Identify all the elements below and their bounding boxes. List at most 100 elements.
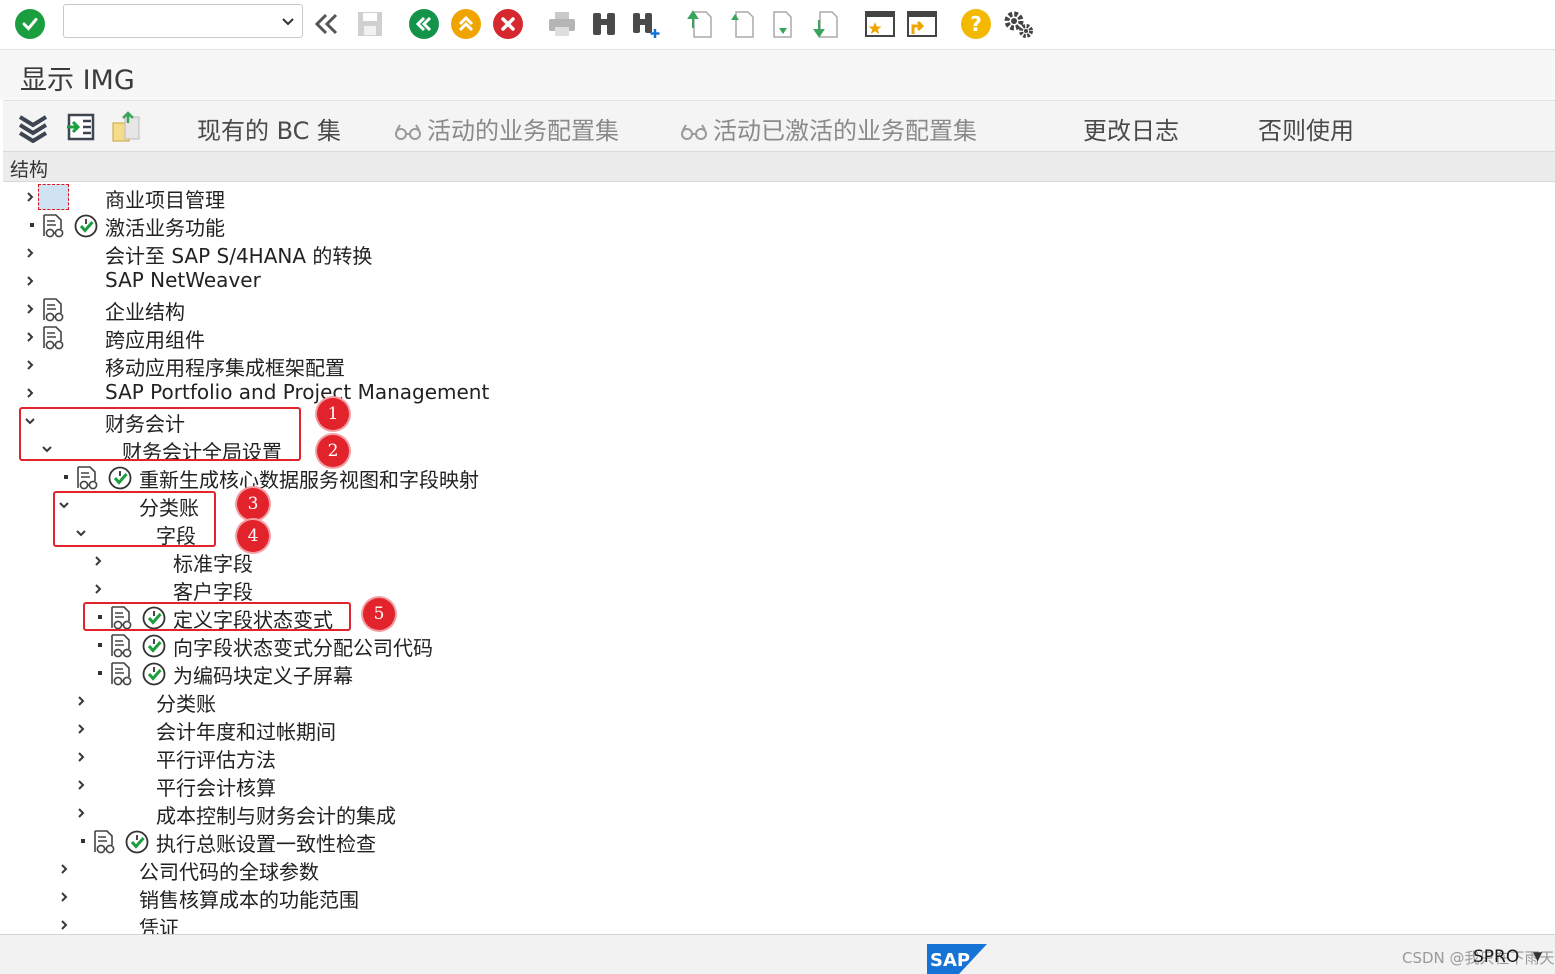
first-page-icon[interactable] [682,6,718,42]
tree-node-label[interactable]: 向字段状态变式分配公司代码 [173,632,433,661]
tree-node[interactable]: 移动应用程序集成框架配置 [3,351,1503,381]
tree-node[interactable]: 企业结构 [3,295,1503,325]
new-session-icon[interactable] [862,6,898,42]
tree-node[interactable]: 平行会计核算 [3,771,1503,801]
tree-node[interactable]: 商业项目管理 [3,183,1503,213]
tree-node-label[interactable]: 客户字段 [173,576,253,605]
tree-node[interactable]: 客户字段 [3,575,1503,605]
tree-node-label[interactable]: 分类账 [156,688,216,717]
tree-node-label[interactable]: 为编码块定义子屏幕 [173,660,353,689]
activated-bc-sets-button[interactable]: 活动已激活的业务配置集 [681,111,977,146]
documentation-icon[interactable] [109,633,133,659]
chevron-right-icon[interactable] [23,330,37,344]
tree-node-label[interactable]: 会计至 SAP S/4HANA 的转换 [105,240,372,269]
tree-node[interactable]: 为编码块定义子屏幕 [3,659,1503,689]
tree-node-label[interactable]: 标准字段 [173,548,253,577]
otherwise-use-button[interactable]: 否则使用 [1258,111,1354,146]
customize-layout-icon[interactable] [1000,6,1036,42]
tree-node-label[interactable]: 平行会计核算 [156,772,276,801]
tree-node[interactable]: 会计至 SAP S/4HANA 的转换 [3,239,1503,269]
print-icon[interactable] [544,6,580,42]
position-icon[interactable] [65,111,97,143]
documentation-icon[interactable] [109,661,133,687]
command-field[interactable] [68,8,268,34]
shortcut-icon[interactable] [904,6,940,42]
chevron-right-icon[interactable] [23,190,37,204]
tree-node-label[interactable]: 平行评估方法 [156,744,276,773]
save-icon[interactable] [352,6,388,42]
chevron-right-icon[interactable] [74,694,88,708]
chevron-right-icon[interactable] [57,862,71,876]
tree-node[interactable]: 标准字段 [3,547,1503,577]
tree-node-label[interactable]: 重新生成核心数据服务视图和字段映射 [139,464,479,493]
tree-node[interactable]: 分类账 [3,687,1503,717]
tree-node[interactable]: 成本控制与财务会计的集成 [3,799,1503,829]
chevron-right-icon[interactable] [74,778,88,792]
documentation-icon[interactable] [41,325,65,351]
tree-node-label[interactable]: 跨应用组件 [105,324,205,353]
tree-node-label[interactable]: 移动应用程序集成框架配置 [105,352,345,381]
next-page-icon[interactable] [766,6,802,42]
tree-node[interactable]: 凭证 [3,911,1503,934]
expand-all-icon[interactable] [17,111,49,143]
execute-icon[interactable] [124,829,150,855]
tree-node[interactable]: SAP NetWeaver [3,267,1503,295]
find-next-icon[interactable] [628,6,664,42]
documentation-icon[interactable] [41,297,65,323]
existing-bc-sets-button[interactable]: 现有的 BC 集 [197,111,341,146]
execute-icon[interactable] [141,661,167,687]
tree-node-label[interactable]: 激活业务功能 [105,212,225,241]
tree-node[interactable]: 向字段状态变式分配公司代码 [3,631,1503,661]
tree-node[interactable]: 执行总账设置一致性检查 [3,827,1503,857]
execute-icon[interactable] [141,633,167,659]
tree-node-label[interactable]: 商业项目管理 [105,184,225,213]
tree-node[interactable]: SAP Portfolio and Project Management [3,379,1503,407]
chevron-right-icon[interactable] [74,750,88,764]
enter-icon[interactable] [12,6,48,42]
tree-node[interactable]: 字段 [3,519,1503,548]
tree-node[interactable]: 激活业务功能 [3,211,1503,241]
change-log-button[interactable]: 更改日志 [1083,111,1179,146]
active-bc-sets-button[interactable]: 活动的业务配置集 [395,111,619,146]
bc-set-icon[interactable] [111,111,143,143]
tree-node-label[interactable]: 企业结构 [105,296,185,325]
tree-node-label[interactable]: 会计年度和过帐期间 [156,716,336,745]
chevron-down-icon[interactable]: ▼ [1533,949,1542,963]
chevron-right-icon[interactable] [91,582,105,596]
exit-icon[interactable] [448,6,484,42]
documentation-icon[interactable] [75,465,99,491]
chevron-right-icon[interactable] [23,358,37,372]
chevron-down-icon[interactable] [280,11,296,31]
execute-icon[interactable] [73,213,99,239]
chevron-right-icon[interactable] [23,302,37,316]
tree-node-label[interactable]: 执行总账设置一致性检查 [156,828,376,857]
back-icon[interactable] [406,6,442,42]
documentation-icon[interactable] [92,829,116,855]
documentation-icon[interactable] [41,213,65,239]
chevron-right-icon[interactable] [74,806,88,820]
tree-node[interactable]: 跨应用组件 [3,323,1503,353]
tree-node[interactable]: 公司代码的全球参数 [3,855,1503,884]
tree-node-label[interactable]: 成本控制与财务会计的集成 [156,800,396,829]
chevron-right-icon[interactable] [57,918,71,932]
tree-node-label[interactable]: 凭证 [139,912,179,934]
tree-node[interactable]: 分类账 [3,491,1503,520]
find-icon[interactable] [586,6,622,42]
chevron-right-icon[interactable] [91,554,105,568]
last-page-icon[interactable] [808,6,844,42]
chevron-right-icon[interactable] [23,386,37,400]
chevron-right-icon[interactable] [57,890,71,904]
cancel-icon[interactable] [490,6,526,42]
execute-icon[interactable] [107,465,133,491]
chevron-right-icon[interactable] [23,274,37,288]
chevron-right-icon[interactable] [23,246,37,260]
tree-node[interactable]: 销售核算成本的功能范围 [3,883,1503,913]
tree-node-label[interactable]: 销售核算成本的功能范围 [139,884,359,913]
tree-node[interactable]: 平行评估方法 [3,743,1503,773]
help-icon[interactable]: ? [958,6,994,42]
collapse-left-icon[interactable] [308,6,344,42]
chevron-right-icon[interactable] [74,722,88,736]
transaction-code[interactable]: SPRO [1473,947,1519,967]
tree-node-label[interactable]: SAP NetWeaver [105,268,261,292]
tree-node[interactable]: 会计年度和过帐期间 [3,715,1503,745]
